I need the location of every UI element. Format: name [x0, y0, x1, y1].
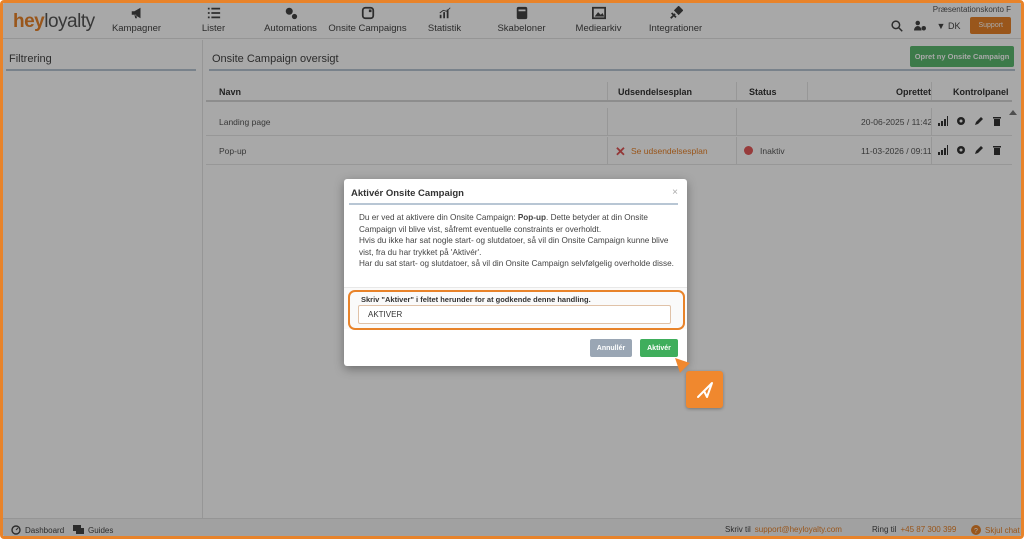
activate-button[interactable]: Aktivér [640, 339, 678, 357]
dialog-title: Aktivér Onsite Campaign [351, 188, 464, 199]
app-window: heyloyalty Kampagner Lister Automations … [0, 0, 1024, 539]
click-indicator [686, 371, 723, 408]
cancel-button[interactable]: Annullér [590, 339, 632, 357]
activate-campaign-dialog: Aktivér Onsite Campaign × Du er ved at a… [344, 179, 687, 366]
cursor-arrow-icon [696, 381, 713, 398]
dialog-paragraph: Du er ved at aktivere din Onsite Campaig… [359, 213, 648, 234]
dialog-body: Du er ved at aktivere din Onsite Campaig… [359, 212, 677, 270]
confirm-section: Skriv "Aktiver" i feltet herunder for at… [344, 287, 687, 330]
divider [349, 203, 678, 205]
dialog-paragraph: Hvis du ikke har sat nogle start- og slu… [359, 236, 669, 257]
highlight-frame [348, 290, 685, 330]
close-icon[interactable]: × [672, 187, 678, 198]
campaign-name: Pop-up [517, 213, 547, 222]
dialog-paragraph: Har du sat start- og slutdatoer, så vil … [359, 259, 674, 269]
